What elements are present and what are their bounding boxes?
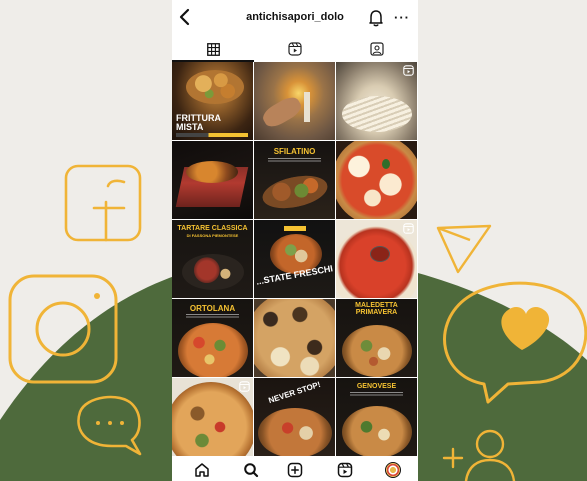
sandwich-photo — [259, 170, 331, 214]
caption-lines — [350, 392, 403, 396]
bottom-navigation — [172, 458, 418, 481]
pizza-photo — [254, 299, 335, 377]
tab-reels[interactable] — [254, 36, 336, 62]
food-photo — [186, 70, 244, 104]
post-maledetta-primavera[interactable]: MALEDETTA PRIMAVERA — [336, 299, 417, 377]
post-title-line1: MALEDETTA — [355, 302, 398, 309]
nav-home[interactable] — [192, 460, 212, 480]
nav-reels[interactable] — [335, 460, 355, 480]
reel-indicator-icon — [403, 223, 414, 234]
profile-avatar — [385, 462, 401, 478]
more-options-icon[interactable]: ··· — [394, 10, 410, 25]
reel-indicator-icon — [403, 65, 414, 76]
post-never-stop[interactable]: NEVER STOP! — [254, 378, 335, 456]
facebook-icon — [64, 164, 142, 242]
pizza-photo — [342, 406, 412, 456]
profile-tabs — [172, 36, 418, 62]
reel-indicator-icon — [239, 381, 250, 392]
posts-grid-icon — [206, 42, 220, 56]
post-genovese[interactable]: GENOVESE — [336, 378, 417, 456]
post-tomato-sauce[interactable] — [336, 220, 417, 298]
post-ortolana[interactable]: ORTOLANA — [172, 299, 253, 377]
notification-bell-icon[interactable] — [368, 9, 384, 27]
post-state-freschi[interactable]: ...STATE FRESCHI — [254, 220, 335, 298]
send-icon — [436, 224, 492, 274]
candle-photo — [304, 92, 310, 122]
caption-lines — [186, 314, 239, 318]
pizza-in-box-photo — [186, 161, 238, 183]
pizza-photo — [336, 141, 417, 219]
tab-tagged[interactable] — [336, 36, 418, 62]
pizza-photo — [172, 382, 253, 456]
nav-profile[interactable] — [383, 460, 403, 480]
reels-icon — [288, 42, 302, 56]
post-pizza-overhead[interactable] — [172, 378, 253, 456]
post-title-line2: MISTA — [176, 122, 204, 132]
post-mushroom-pizza[interactable] — [254, 299, 335, 377]
create-icon — [287, 462, 303, 478]
post-title: ORTOLANA — [189, 304, 236, 313]
post-margherita-pizza[interactable] — [336, 141, 417, 219]
post-title-line2: PRIMAVERA — [355, 309, 398, 316]
tagged-icon — [370, 42, 384, 56]
post-sfilatino[interactable]: SFILATINO — [254, 141, 335, 219]
pizza-photo — [258, 408, 332, 456]
post-pasta-dough[interactable] — [336, 62, 417, 140]
tab-posts[interactable] — [172, 36, 254, 62]
post-pizza-box[interactable] — [172, 141, 253, 219]
pizza-photo — [342, 325, 412, 377]
post-title: SFILATINO — [273, 147, 316, 156]
instagram-profile-screen: antichisapori_dolo ··· FRITTURA MISTA SF… — [172, 0, 418, 481]
caption-lines — [268, 158, 321, 163]
profile-header: antichisapori_dolo ··· — [172, 0, 418, 36]
pizza-photo — [178, 323, 248, 377]
search-icon — [244, 463, 259, 478]
sauce-photo — [336, 226, 417, 298]
post-title: TARTARE CLASSICA — [177, 225, 248, 232]
reels-nav-icon — [337, 462, 353, 478]
posts-grid: FRITTURA MISTA SFILATINO TARTARE CLASSIC… — [172, 62, 418, 458]
pasta-photo — [342, 96, 412, 132]
hand-photo — [259, 93, 305, 131]
price-strip — [176, 133, 248, 137]
post-subtitle: DI FASSONA PIEMONTESE — [186, 233, 239, 238]
post-candle-lighting[interactable] — [254, 62, 335, 140]
label-tag — [284, 226, 306, 231]
post-frittura-mista[interactable]: FRITTURA MISTA — [172, 62, 253, 140]
home-icon — [195, 463, 209, 477]
post-title: GENOVESE — [356, 383, 397, 390]
post-overlay-text: NEVER STOP! — [267, 379, 322, 406]
basil-photo — [382, 159, 390, 169]
nav-create[interactable] — [285, 460, 305, 480]
ladle-photo — [370, 246, 390, 262]
nav-search[interactable] — [241, 460, 261, 480]
plate-photo — [182, 254, 244, 290]
post-tartare-classica[interactable]: TARTARE CLASSICA DI FASSONA PIEMONTESE — [172, 220, 253, 298]
